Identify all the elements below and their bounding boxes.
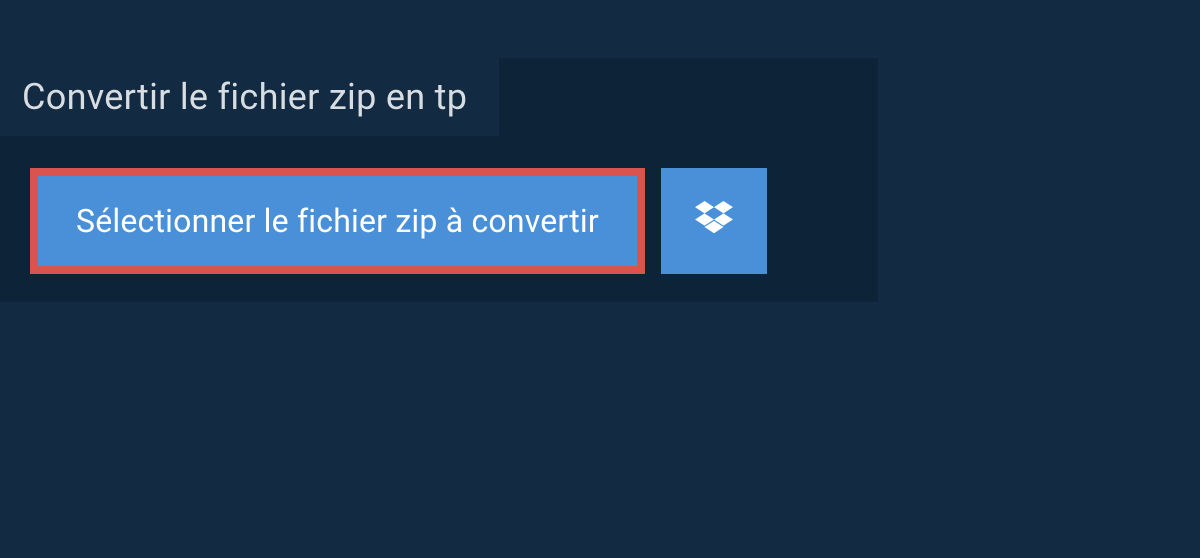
button-row: Sélectionner le fichier zip à convertir [30,168,878,274]
page-title: Convertir le fichier zip en tp [22,76,467,118]
converter-panel: Convertir le fichier zip en tp Sélection… [0,58,878,302]
dropbox-button[interactable] [661,168,767,274]
dropbox-icon [695,201,733,241]
select-file-button[interactable]: Sélectionner le fichier zip à convertir [30,168,645,274]
title-bar: Convertir le fichier zip en tp [0,58,499,136]
